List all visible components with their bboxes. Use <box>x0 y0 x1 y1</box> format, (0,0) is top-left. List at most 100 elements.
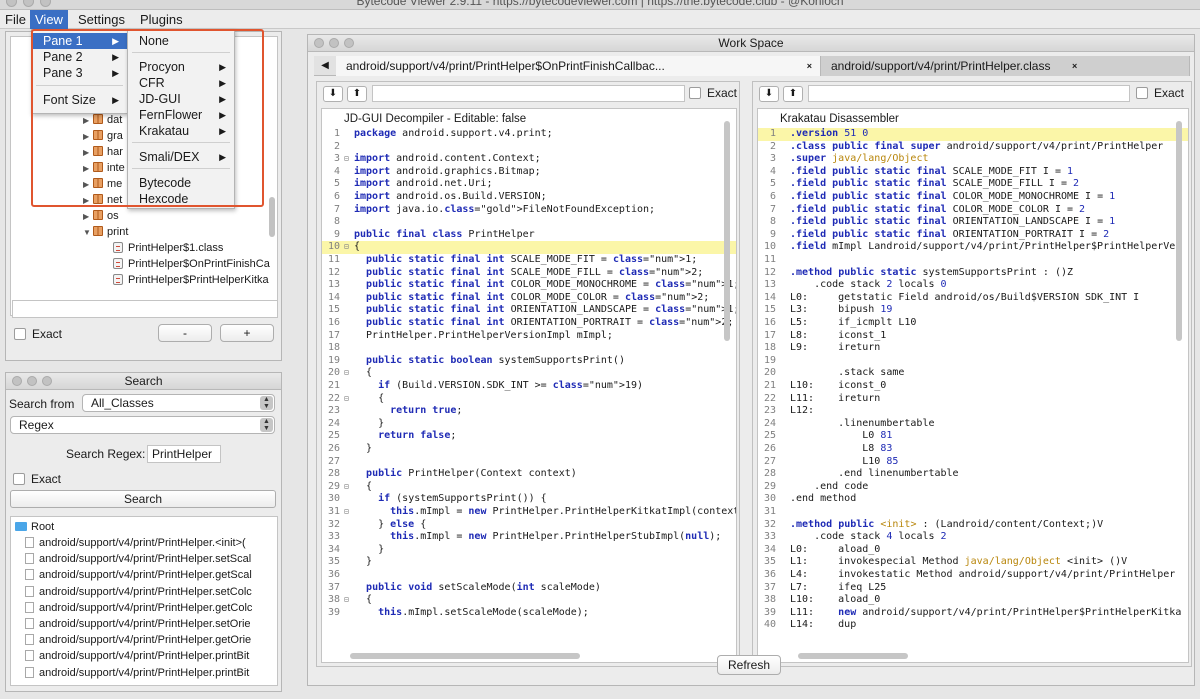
code-line[interactable]: 11 <box>758 254 1188 267</box>
view-menu-item[interactable]: Font Size ▶ <box>32 92 127 108</box>
expanded-chevron-icon[interactable]: ▼ <box>83 225 93 241</box>
search-result-row[interactable]: android/support/v4/print/PrintHelper.set… <box>25 616 251 632</box>
code-line[interactable]: 19 <box>758 355 1188 368</box>
view-menu-item[interactable]: Pane 2 ▶ <box>32 49 127 65</box>
code-line[interactable]: 16 public static final int ORIENTATION_P… <box>322 317 736 330</box>
code-line[interactable]: 9 .field public static final ORIENTATION… <box>758 229 1188 242</box>
code-line[interactable]: 3 ⊟ import android.content.Context; <box>322 153 736 166</box>
pane-exact-checkbox[interactable]: Exact <box>1136 86 1184 100</box>
minimize-panel-icon[interactable] <box>27 376 37 386</box>
code-line[interactable]: 30 if (systemSupportsPrint()) { <box>322 493 736 506</box>
collapsed-chevron-icon[interactable]: ▶ <box>83 193 93 209</box>
zoom-panel-icon[interactable] <box>42 376 52 386</box>
code-line[interactable]: 20 .stack same <box>758 367 1188 380</box>
menu-file[interactable]: File <box>0 10 31 29</box>
code-line[interactable]: 2 <box>322 141 736 154</box>
editor-vertical-scrollbar[interactable] <box>724 121 730 341</box>
code-line[interactable]: 18 L9: ireturn <box>758 342 1188 355</box>
code-line[interactable]: 9 public final class PrintHelper <box>322 229 736 242</box>
pane1-menu-item[interactable]: JD-GUI ▶ <box>128 91 234 107</box>
checkbox-icon[interactable] <box>14 328 26 340</box>
code-line[interactable]: 26 } <box>322 443 736 456</box>
tree-package-row[interactable]: ▶ net <box>83 192 122 208</box>
tree-package-row[interactable]: ▶ os <box>83 208 119 224</box>
code-line[interactable]: 28 public PrintHelper(Context context) <box>322 468 736 481</box>
tab-close-icon[interactable]: × <box>807 56 812 76</box>
code-line[interactable]: 23 return true; <box>322 405 736 418</box>
pane-search-input[interactable] <box>808 85 1130 102</box>
tree-scrollbar[interactable] <box>269 197 275 237</box>
code-line[interactable]: 34 } <box>322 544 736 557</box>
code-line[interactable]: 25 L0 81 <box>758 430 1188 443</box>
code-line[interactable]: 4 .field public static final SCALE_MODE_… <box>758 166 1188 179</box>
code-line[interactable]: 22 ⊟ { <box>322 393 736 406</box>
search-mode-select[interactable]: Regex ▲ ▼ <box>10 416 275 434</box>
code-line[interactable]: 12 public static final int SCALE_MODE_FI… <box>322 267 736 280</box>
editor-horizontal-scrollbar[interactable] <box>798 653 908 659</box>
code-line[interactable]: 26 L8 83 <box>758 443 1188 456</box>
code-line[interactable]: 10 ⊟{ <box>322 241 736 254</box>
code-line[interactable]: 6 .field public static final COLOR_MODE_… <box>758 191 1188 204</box>
tree-package-row[interactable]: ▶ dat <box>83 112 122 128</box>
code-line[interactable]: 14 public static final int COLOR_MODE_CO… <box>322 292 736 305</box>
zoom-panel-icon[interactable] <box>344 38 354 48</box>
export-up-icon[interactable]: ⬆ <box>783 86 803 102</box>
code-line[interactable]: 10 .field mImpl Landroid/support/v4/prin… <box>758 241 1188 254</box>
export-down-icon[interactable]: ⬇ <box>323 86 343 102</box>
tab-onprintfinishcallback[interactable]: android/support/v4/print/PrintHelper$OnP… <box>336 56 821 76</box>
editor-vertical-scrollbar[interactable] <box>1176 121 1182 341</box>
close-panel-icon[interactable] <box>314 38 324 48</box>
search-result-row[interactable]: android/support/v4/print/PrintHelper.pri… <box>25 648 249 664</box>
minimize-panel-icon[interactable] <box>329 38 339 48</box>
checkbox-icon[interactable] <box>13 473 25 485</box>
collapsed-chevron-icon[interactable]: ▶ <box>83 161 93 177</box>
editor-horizontal-scrollbar[interactable] <box>350 653 580 659</box>
code-line[interactable]: 19 public static boolean systemSupportsP… <box>322 355 736 368</box>
tab-close-icon[interactable]: × <box>1072 56 1077 76</box>
code-line[interactable]: 6 import android.os.Build.VERSION; <box>322 191 736 204</box>
code-line[interactable]: 31 ⊟ this.mImpl = new PrintHelper.PrintHe… <box>322 506 736 519</box>
close-panel-icon[interactable] <box>12 376 22 386</box>
tree-filter-input[interactable] <box>12 300 278 318</box>
fold-toggle-icon[interactable]: ⊟ <box>344 367 354 380</box>
pane-exact-checkbox[interactable]: Exact <box>689 86 737 100</box>
tree-class-row[interactable]: PrintHelper$PrintHelperKitka <box>113 272 269 288</box>
code-line[interactable]: 36 <box>322 569 736 582</box>
code-line[interactable]: 37 public void setScaleMode(int scaleMod… <box>322 582 736 595</box>
collapsed-chevron-icon[interactable]: ▶ <box>83 177 93 193</box>
code-line[interactable]: 13 public static final int COLOR_MODE_MO… <box>322 279 736 292</box>
code-line[interactable]: 20 ⊟ { <box>322 367 736 380</box>
tree-class-row[interactable]: PrintHelper$1.class <box>113 240 223 256</box>
collapsed-chevron-icon[interactable]: ▶ <box>83 113 93 129</box>
fold-toggle-icon[interactable]: ⊟ <box>344 481 354 494</box>
code-line[interactable]: 24 } <box>322 418 736 431</box>
code-line[interactable]: 24 .linenumbertable <box>758 418 1188 431</box>
search-result-row[interactable]: android/support/v4/print/PrintHelper.set… <box>25 551 251 567</box>
code-line[interactable]: 36 L4: invokestatic Method android/suppo… <box>758 569 1188 582</box>
code-line[interactable]: 17 L8: iconst_1 <box>758 330 1188 343</box>
code-line[interactable]: 18 <box>322 342 736 355</box>
search-button[interactable]: Search <box>10 490 276 508</box>
code-line[interactable]: 38 ⊟ { <box>322 594 736 607</box>
code-line[interactable]: 35 L1: invokespecial Method java/lang/Ob… <box>758 556 1188 569</box>
tree-package-row[interactable]: ▶ me <box>83 176 122 192</box>
pane1-menu-item[interactable]: Bytecode <box>128 175 234 191</box>
search-result-row[interactable]: android/support/v4/print/PrintHelper.get… <box>25 600 252 616</box>
pane1-menu-item[interactable]: Procyon ▶ <box>128 59 234 75</box>
fold-toggle-icon[interactable]: ⊟ <box>344 153 354 166</box>
code-line[interactable]: 4 import android.graphics.Bitmap; <box>322 166 736 179</box>
code-line[interactable]: 17 PrintHelper.PrintHelperVersionImpl mI… <box>322 330 736 343</box>
code-line[interactable]: 27 <box>322 456 736 469</box>
fold-toggle-icon[interactable]: ⊟ <box>344 594 354 607</box>
tree-class-row[interactable]: PrintHelper$OnPrintFinishCa <box>113 256 270 272</box>
collapse-button[interactable]: - <box>158 324 212 342</box>
search-result-row[interactable]: android/support/v4/print/PrintHelper.get… <box>25 567 252 583</box>
code-line[interactable]: 2 .class public final super android/supp… <box>758 141 1188 154</box>
pane1-menu-item[interactable]: None <box>128 33 234 49</box>
code-line[interactable]: 30 .end method <box>758 493 1188 506</box>
search-from-select[interactable]: All_Classes ▲ ▼ <box>82 394 275 412</box>
tree-package-row[interactable]: ▶ inte <box>83 160 125 176</box>
code-line[interactable]: 15 L3: bipush 19 <box>758 304 1188 317</box>
search-result-row[interactable]: android/support/v4/print/PrintHelper.get… <box>25 632 251 648</box>
code-line[interactable]: 13 .code stack 2 locals 0 <box>758 279 1188 292</box>
